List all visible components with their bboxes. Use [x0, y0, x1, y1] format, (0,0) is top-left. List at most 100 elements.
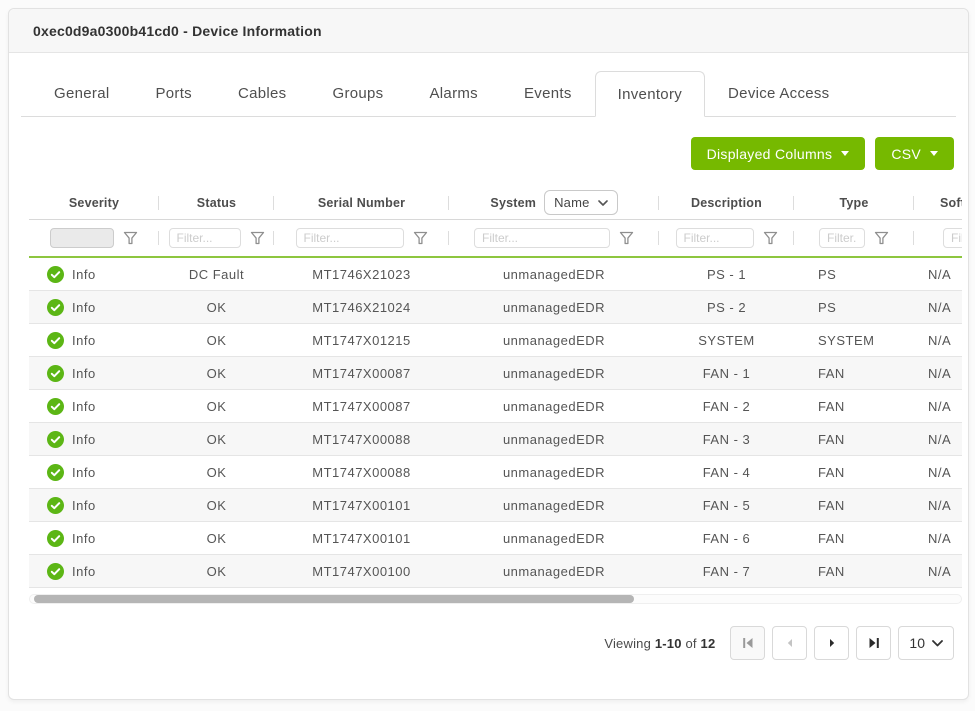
viewing-label: Viewing: [604, 636, 651, 651]
system-field-select[interactable]: Name: [544, 190, 617, 215]
description-filter-input[interactable]: [676, 228, 754, 248]
system-field-selected: Name: [554, 195, 589, 210]
status-cell: OK: [159, 465, 274, 480]
severity-ok-icon: [47, 464, 64, 481]
type-cell: FAN: [794, 366, 914, 381]
description-cell: PS - 1: [659, 267, 794, 282]
type-filter-input[interactable]: [819, 228, 865, 248]
description-cell: SYSTEM: [659, 333, 794, 348]
tab-device-access[interactable]: Device Access: [705, 71, 852, 116]
severity-label: Info: [72, 498, 96, 513]
severity-label: Info: [72, 267, 96, 282]
previous-page-button[interactable]: [772, 626, 807, 660]
filter-funnel-icon[interactable]: [619, 231, 634, 245]
next-page-icon: [824, 635, 840, 651]
table-row[interactable]: Info OK MT1747X00088 unmanagedEDR FAN - …: [29, 423, 962, 456]
serial-number-cell: MT1747X00100: [274, 564, 449, 579]
severity-cell: Info: [29, 398, 159, 415]
status-filter-input[interactable]: [169, 228, 241, 248]
software-cell: N/A: [914, 366, 962, 381]
table-row[interactable]: Info OK MT1747X00101 unmanagedEDR FAN - …: [29, 522, 962, 555]
table-row[interactable]: Info OK MT1747X00087 unmanagedEDR FAN - …: [29, 390, 962, 423]
severity-cell: Info: [29, 497, 159, 514]
description-cell: FAN - 4: [659, 465, 794, 480]
system-cell: unmanagedEDR: [449, 399, 659, 414]
severity-cell: Info: [29, 332, 159, 349]
table-row[interactable]: Info OK MT1747X00101 unmanagedEDR FAN - …: [29, 489, 962, 522]
filter-funnel-icon[interactable]: [874, 231, 889, 245]
severity-label: Info: [72, 564, 96, 579]
tab-events[interactable]: Events: [501, 71, 595, 116]
severity-ok-icon: [47, 497, 64, 514]
severity-label: Info: [72, 366, 96, 381]
table-row[interactable]: Info OK MT1747X00100 unmanagedEDR FAN - …: [29, 555, 962, 588]
viewing-of-label: of: [685, 636, 696, 651]
viewing-total: 12: [701, 636, 716, 651]
description-cell: FAN - 7: [659, 564, 794, 579]
severity-label: Info: [72, 333, 96, 348]
system-filter-input[interactable]: [474, 228, 610, 248]
last-page-button[interactable]: [856, 626, 891, 660]
status-cell: OK: [159, 531, 274, 546]
tab-inventory[interactable]: Inventory: [595, 71, 705, 117]
system-cell: unmanagedEDR: [449, 432, 659, 447]
filter-funnel-icon[interactable]: [413, 231, 428, 245]
table-header-row: Severity Status Serial Number System Nam…: [29, 186, 962, 220]
description-cell: FAN - 1: [659, 366, 794, 381]
table-row[interactable]: Info DC Fault MT1746X21023 unmanagedEDR …: [29, 258, 962, 291]
table-row[interactable]: Info OK MT1747X00088 unmanagedEDR FAN - …: [29, 456, 962, 489]
column-header-serial-number[interactable]: Serial Number: [274, 186, 449, 219]
severity-cell: Info: [29, 299, 159, 316]
type-cell: FAN: [794, 498, 914, 513]
column-header-severity[interactable]: Severity: [29, 186, 159, 219]
viewing-range: 1-10: [655, 636, 682, 651]
horizontal-scrollbar-thumb[interactable]: [34, 595, 634, 603]
severity-cell: Info: [29, 365, 159, 382]
previous-page-icon: [782, 635, 798, 651]
description-cell: FAN - 6: [659, 531, 794, 546]
column-header-type[interactable]: Type: [794, 186, 914, 219]
filter-funnel-icon[interactable]: [250, 231, 265, 245]
software-filter-input[interactable]: [943, 228, 962, 248]
status-cell: OK: [159, 366, 274, 381]
severity-ok-icon: [47, 266, 64, 283]
status-cell: OK: [159, 498, 274, 513]
tab-cables[interactable]: Cables: [215, 71, 310, 116]
last-page-icon: [866, 635, 882, 651]
tab-ports[interactable]: Ports: [132, 71, 215, 116]
column-header-system[interactable]: System Name: [449, 186, 659, 219]
tab-groups[interactable]: Groups: [309, 71, 406, 116]
severity-ok-icon: [47, 530, 64, 547]
page-size-select[interactable]: 10: [898, 626, 954, 660]
tab-alarms[interactable]: Alarms: [406, 71, 500, 116]
description-cell: FAN - 5: [659, 498, 794, 513]
chevron-down-icon: [932, 640, 943, 647]
column-header-software[interactable]: Software: [914, 186, 962, 219]
system-cell: unmanagedEDR: [449, 300, 659, 315]
severity-cell: Info: [29, 431, 159, 448]
csv-export-button[interactable]: CSV: [875, 137, 954, 170]
type-cell: FAN: [794, 531, 914, 546]
serial-number-filter-input[interactable]: [296, 228, 404, 248]
displayed-columns-button[interactable]: Displayed Columns: [691, 137, 866, 170]
severity-cell: Info: [29, 464, 159, 481]
filter-funnel-icon[interactable]: [123, 231, 138, 245]
inventory-table: Severity Status Serial Number System Nam…: [29, 186, 962, 588]
serial-number-cell: MT1747X01215: [274, 333, 449, 348]
severity-cell: Info: [29, 530, 159, 547]
tab-general[interactable]: General: [31, 71, 132, 116]
table-row[interactable]: Info OK MT1747X00087 unmanagedEDR FAN - …: [29, 357, 962, 390]
system-cell: unmanagedEDR: [449, 465, 659, 480]
first-page-button[interactable]: [730, 626, 765, 660]
table-row[interactable]: Info OK MT1747X01215 unmanagedEDR SYSTEM…: [29, 324, 962, 357]
status-cell: OK: [159, 564, 274, 579]
system-header-label: System: [490, 196, 536, 210]
horizontal-scrollbar[interactable]: [29, 594, 962, 604]
column-header-status[interactable]: Status: [159, 186, 274, 219]
column-header-description[interactable]: Description: [659, 186, 794, 219]
filter-funnel-icon[interactable]: [763, 231, 778, 245]
table-row[interactable]: Info OK MT1746X21024 unmanagedEDR PS - 2…: [29, 291, 962, 324]
next-page-button[interactable]: [814, 626, 849, 660]
system-cell: unmanagedEDR: [449, 531, 659, 546]
status-cell: OK: [159, 300, 274, 315]
